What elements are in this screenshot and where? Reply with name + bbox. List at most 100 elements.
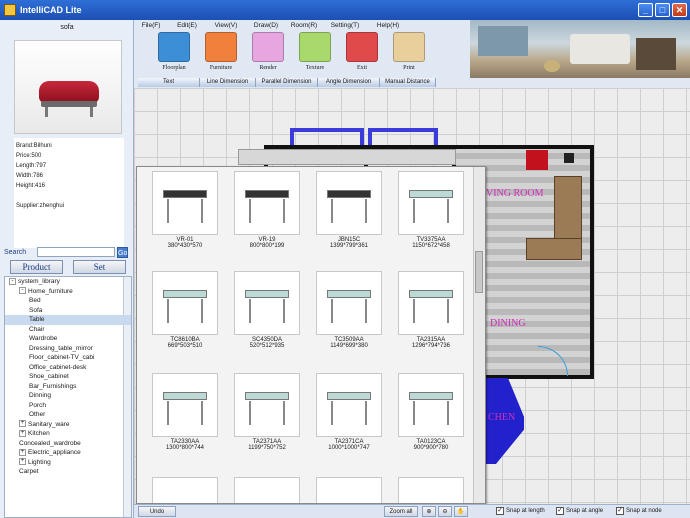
chair-on-plan[interactable] <box>526 150 548 170</box>
dimension-tabs: Text Line Dimension Parallel Dimension A… <box>138 78 448 87</box>
catalog-item-partial[interactable] <box>316 477 382 503</box>
expand-icon[interactable]: + <box>19 448 26 456</box>
room-label-dining[interactable]: DINING <box>490 318 526 329</box>
tree-item[interactable]: + Sanitary_ware <box>5 420 131 430</box>
tab-angle-dimension[interactable]: Angle Dimension <box>318 78 380 87</box>
catalog-item[interactable]: TA2330AA 1300*800*744 <box>145 373 225 473</box>
catalog-item[interactable]: TC3509AA 1149*699*380 <box>309 271 389 371</box>
tree-item[interactable]: + Lighting <box>5 458 131 468</box>
catalog-item[interactable]: TA0123CA 900*900*780 <box>391 373 471 473</box>
expand-icon[interactable]: + <box>19 420 26 428</box>
table-thumbnail <box>152 373 218 437</box>
room-label-living[interactable]: VING ROOM <box>486 188 544 199</box>
catalog-item[interactable]: TA2371CA 1000*1000*747 <box>309 373 389 473</box>
tree-item[interactable]: Porch <box>5 401 131 411</box>
room-label-kitchen[interactable]: CHEN <box>488 412 515 423</box>
tab-line-dimension[interactable]: Line Dimension <box>200 78 256 87</box>
tree-item[interactable]: Floor_cabinet-TV_cabi <box>5 353 131 363</box>
toolbar-button[interactable]: Texture <box>295 32 335 76</box>
catalog-item-partial[interactable] <box>234 477 300 503</box>
app-icon <box>4 4 16 16</box>
spec-line: Supplier:zhenghui <box>16 203 65 209</box>
tree-item[interactable]: Chair <box>5 325 131 335</box>
catalog-item[interactable]: VR-19 800*800*199 <box>227 171 307 271</box>
tree-item[interactable]: Wardrobe <box>5 334 131 344</box>
snap-node-checkbox[interactable]: ✓ Snap at node <box>616 507 662 515</box>
collapse-icon[interactable]: - <box>9 277 16 285</box>
tree-item[interactable]: Shoe_cabinet <box>5 372 131 382</box>
tree-item[interactable]: + Kitchen <box>5 429 131 439</box>
snap-length-checkbox[interactable]: ✓ Snap at length <box>496 507 545 515</box>
catalog-scrollbar[interactable] <box>473 167 485 503</box>
catalog-item[interactable]: TC8610BA 669*503*510 <box>145 271 225 371</box>
sofa-image <box>39 81 99 103</box>
tab-parallel-dimension[interactable]: Parallel Dimension <box>256 78 318 87</box>
table-thumbnail <box>234 271 300 335</box>
tree-item[interactable]: + Electric_appliance <box>5 448 131 458</box>
tree-item[interactable]: Table <box>5 315 131 325</box>
tab-manual-distance[interactable]: Manual Distance <box>380 78 436 87</box>
zoom-all-button[interactable]: Zoom all <box>384 506 418 517</box>
undo-button[interactable]: Undo <box>138 506 176 517</box>
pan-hand-icon[interactable]: ✋ <box>454 506 468 517</box>
sofa-on-plan[interactable] <box>526 238 582 260</box>
tree-item[interactable]: Bed <box>5 296 131 306</box>
menu-item[interactable]: Draw(D) <box>246 20 286 32</box>
minimize-button[interactable]: _ <box>638 3 653 17</box>
tree-item[interactable]: Concealed_wardrobe <box>5 439 131 449</box>
tree-item[interactable]: Dinning <box>5 391 131 401</box>
wall[interactable] <box>590 145 594 377</box>
menu-item[interactable]: File(F) <box>134 20 168 32</box>
expand-icon[interactable]: + <box>19 429 26 437</box>
catalog-item[interactable]: VR-01 380*430*570 <box>145 171 225 271</box>
zoom-in-icon[interactable]: ⊕ <box>422 506 436 517</box>
catalog-item[interactable]: SC4350DA 520*512*935 <box>227 271 307 371</box>
expand-icon[interactable]: + <box>19 458 26 466</box>
counter[interactable] <box>238 149 456 165</box>
library-tree: - system_library - Home_furniture Bed Sofa Tab… <box>4 276 132 518</box>
lamp-on-plan[interactable] <box>564 153 574 163</box>
toolbar-button[interactable]: Print <box>389 32 429 76</box>
catalog-item[interactable]: TA2371AA 1199*750*752 <box>227 373 307 473</box>
menu-item[interactable]: View(V) <box>206 20 246 32</box>
catalog-item[interactable]: TA2315AA 1296*794*736 <box>391 271 471 371</box>
checkbox[interactable]: ✓ <box>616 507 624 515</box>
menu-item[interactable]: Help(H) <box>368 20 408 32</box>
tree-item[interactable]: - Home_furniture <box>5 287 131 297</box>
set-button[interactable]: Set <box>73 260 126 274</box>
tree-item[interactable]: Other <box>5 410 131 420</box>
toolbar-button[interactable]: Render <box>248 32 288 76</box>
tree-item[interactable]: Carpet <box>5 467 131 477</box>
table-thumbnail <box>398 271 464 335</box>
checkbox[interactable]: ✓ <box>556 507 564 515</box>
product-preview <box>14 40 122 134</box>
tree-item[interactable]: Bar_Furnishings <box>5 382 131 392</box>
menu-item[interactable]: Setting(T) <box>322 20 368 32</box>
tree-item[interactable]: Sofa <box>5 306 131 316</box>
tab-text[interactable]: Text <box>138 78 200 87</box>
tree-item[interactable]: Dressing_table_mirror <box>5 344 131 354</box>
maximize-button[interactable]: □ <box>655 3 670 17</box>
toolbar-button[interactable]: Floorplan <box>154 32 194 76</box>
close-button[interactable]: ✕ <box>672 3 687 17</box>
spec-line: Price:500 <box>16 153 42 159</box>
menu-item[interactable]: Room(R) <box>286 20 322 32</box>
catalog-item[interactable]: TV3375AA 1150*672*458 <box>391 171 471 271</box>
snap-angle-checkbox[interactable]: ✓ Snap at angle <box>556 507 603 515</box>
catalog-item-partial[interactable] <box>152 477 218 503</box>
toolbar-button[interactable]: Exit <box>342 32 382 76</box>
catalog-item[interactable]: JBN15C 1399*799*361 <box>309 171 389 271</box>
tree-item[interactable]: - system_library <box>5 277 131 287</box>
toolbar-button[interactable]: Furniture <box>201 32 241 76</box>
search-go-button[interactable]: Go <box>117 246 128 258</box>
tree-item[interactable]: Office_cabinet-desk <box>5 363 131 373</box>
product-button[interactable]: Product <box>10 260 63 274</box>
menu-item[interactable]: Edit(E) <box>168 20 206 32</box>
zoom-out-icon[interactable]: ⊖ <box>438 506 452 517</box>
catalog-scroll-thumb[interactable] <box>475 251 483 293</box>
checkbox[interactable]: ✓ <box>496 507 504 515</box>
spec-line: Width:786 <box>16 173 44 179</box>
search-input[interactable] <box>37 247 115 257</box>
catalog-item-partial[interactable] <box>398 477 464 503</box>
collapse-icon[interactable]: - <box>19 287 26 295</box>
